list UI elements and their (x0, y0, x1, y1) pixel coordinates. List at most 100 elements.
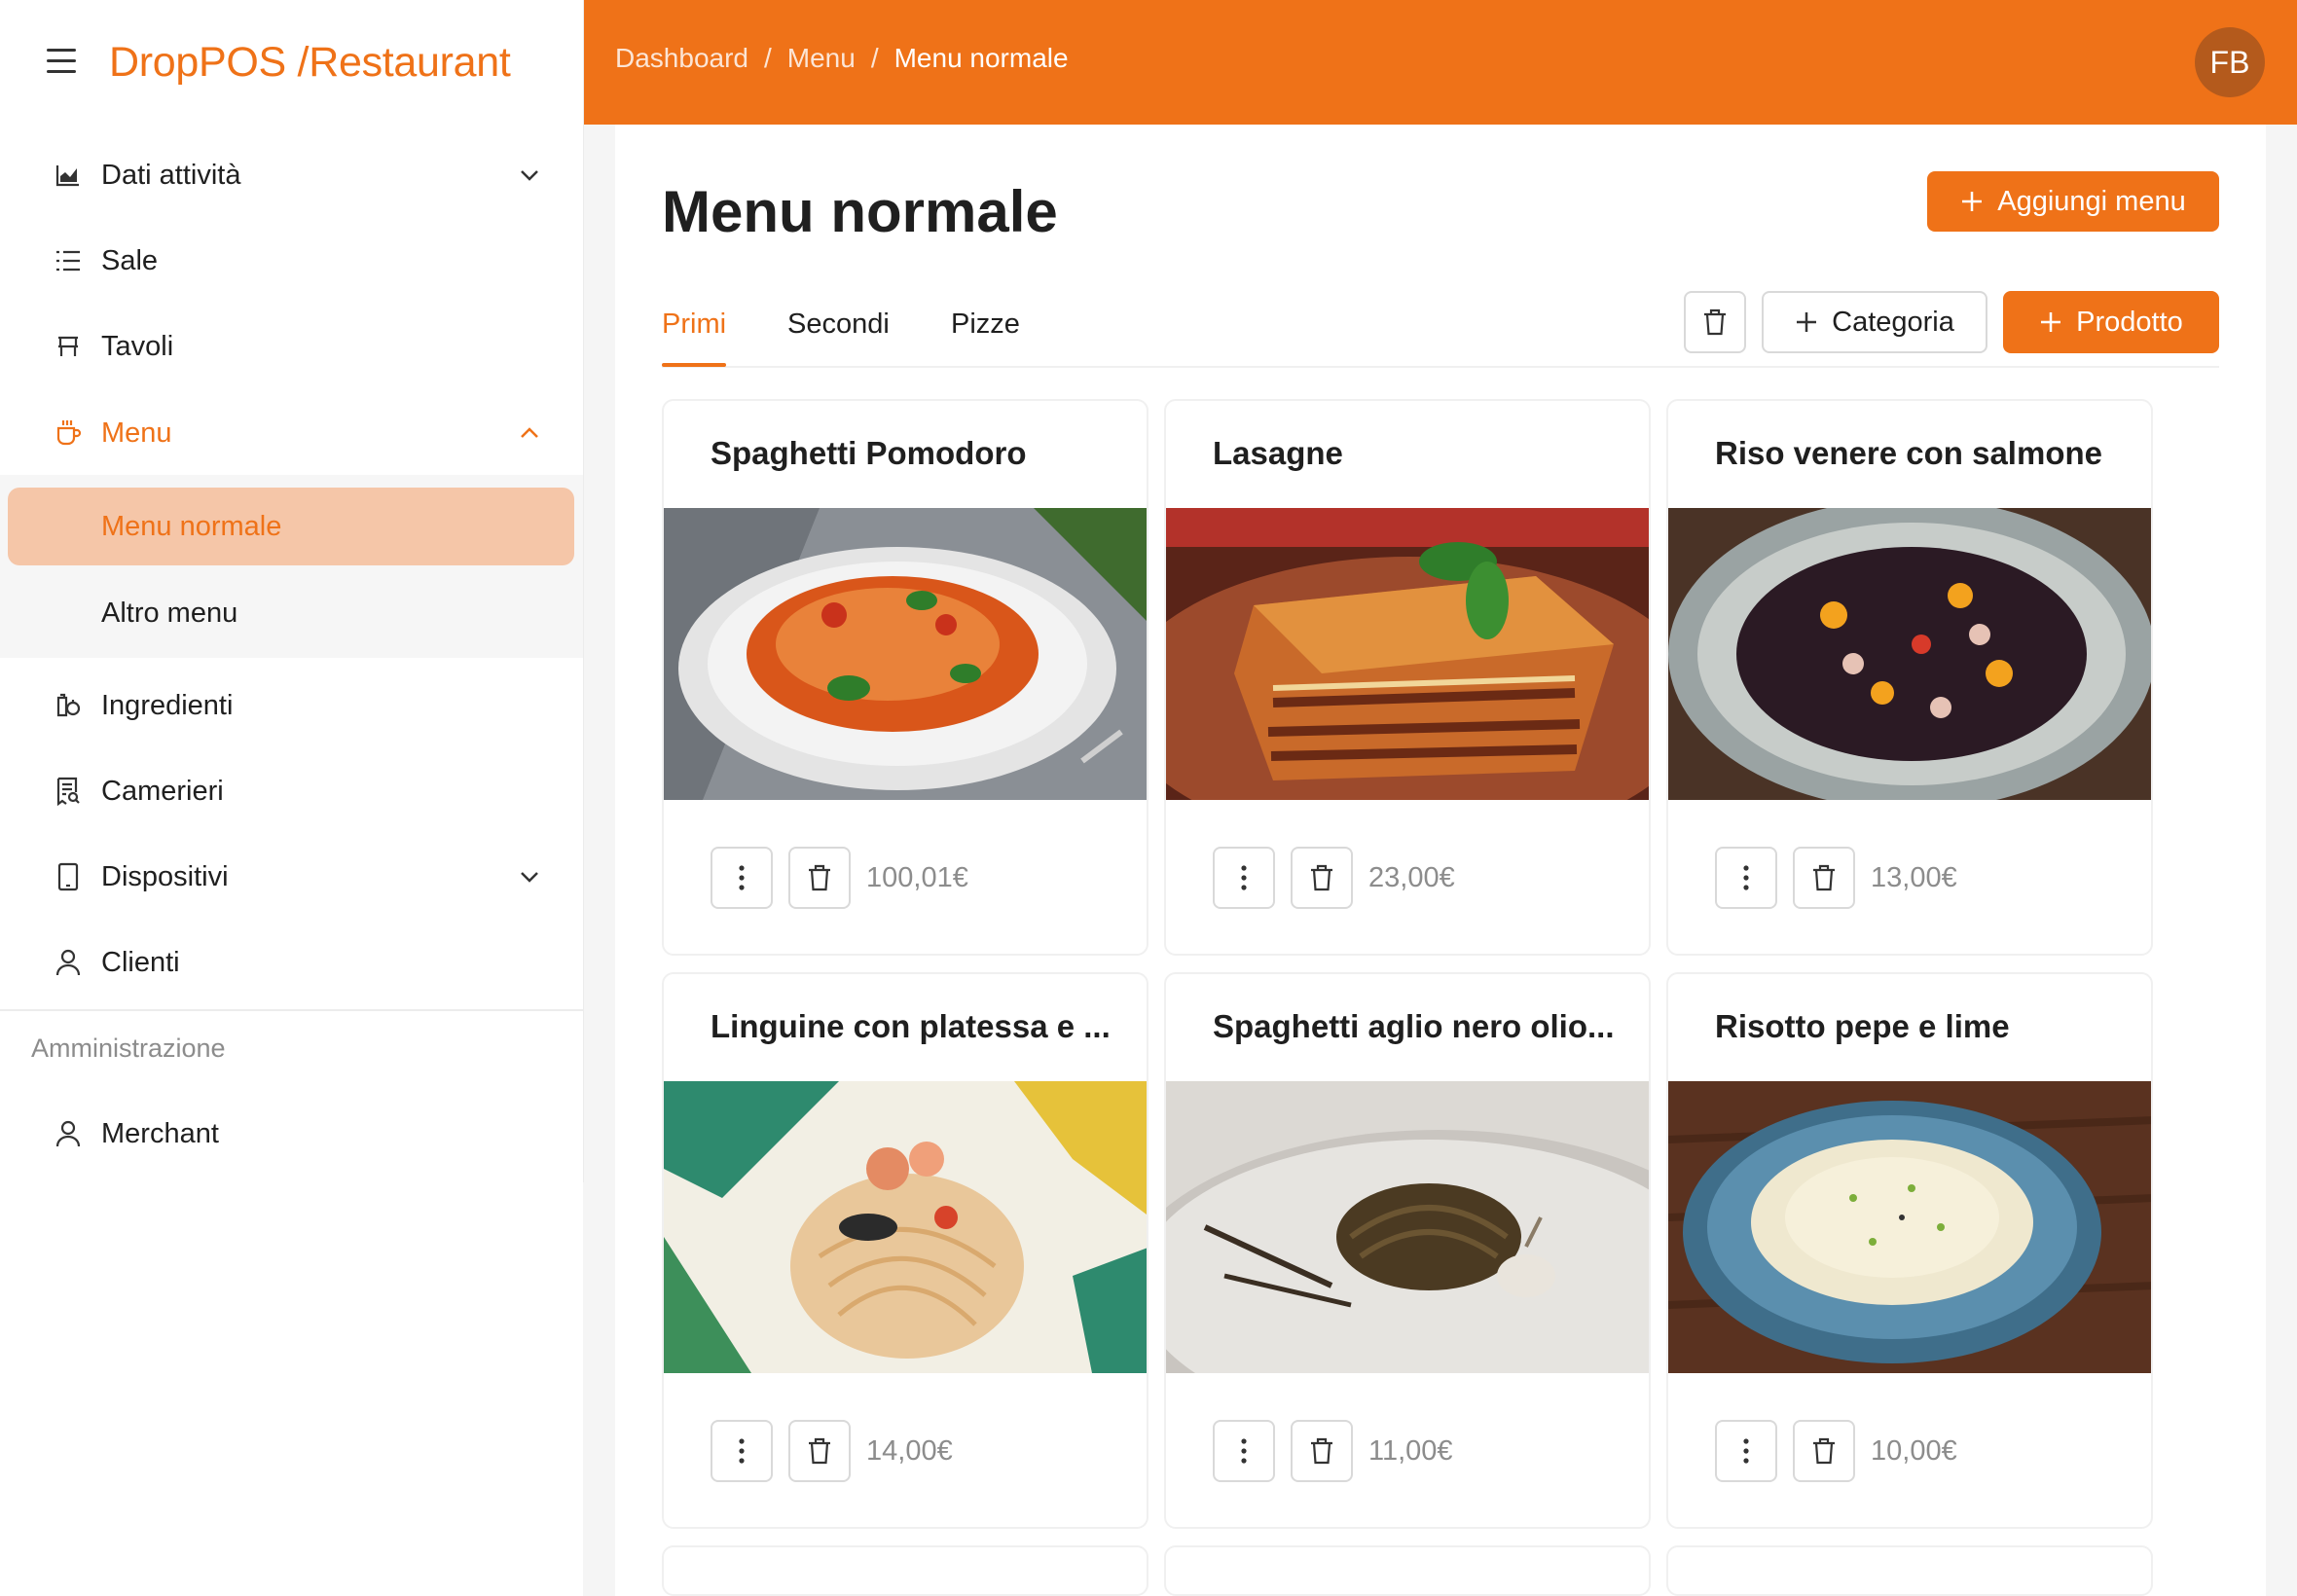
plus-icon (1962, 192, 1983, 211)
breadcrumb-separator: / (870, 43, 879, 73)
sidebar-item-altro-menu[interactable]: Altro menu (8, 574, 574, 652)
plus-icon (1797, 312, 1817, 332)
sidebar-item-ingredienti[interactable]: Ingredienti (0, 667, 583, 744)
product-name: Spaghetti aglio nero olio... (1213, 1008, 1615, 1044)
delete-category-button[interactable] (1684, 291, 1746, 353)
breadcrumb-menu[interactable]: Menu (787, 43, 856, 74)
user-icon (53, 1118, 84, 1149)
sidebar-item-label: Dati attività (101, 159, 241, 191)
add-menu-button[interactable]: Aggiungi menu (1927, 171, 2219, 232)
breadcrumb-dashboard[interactable]: Dashboard (615, 43, 748, 74)
product-card[interactable]: Risotto pepe e lime 10,00€ (1666, 972, 2153, 1529)
trash-icon (1813, 1437, 1835, 1465)
brand-bar: DropPOS /Restaurant (0, 0, 583, 125)
sidebar-item-merchant[interactable]: Merchant (0, 1095, 583, 1173)
product-delete-button[interactable] (1793, 1420, 1855, 1482)
risotto-illustration (1668, 1081, 2151, 1373)
sidebar-item-dispositivi[interactable]: Dispositivi (0, 838, 583, 916)
product-card[interactable]: Spaghetti aglio nero olio... 11,00€ (1164, 972, 1651, 1529)
product-delete-button[interactable] (1291, 1420, 1353, 1482)
product-card[interactable] (1164, 1545, 1651, 1596)
product-price: 23,00€ (1368, 862, 1455, 893)
product-image (664, 1081, 1147, 1373)
product-price: 11,00€ (1368, 1435, 1453, 1467)
tab-primi[interactable]: Primi (662, 290, 726, 368)
product-image (1166, 1081, 1649, 1373)
product-options-button[interactable] (1213, 1420, 1275, 1482)
product-image (1166, 508, 1649, 800)
coffee-icon (53, 417, 84, 449)
trash-icon (1311, 864, 1332, 891)
product-name: Linguine con platessa e ... (711, 1008, 1111, 1044)
product-options-button[interactable] (1213, 847, 1275, 909)
brand-title: DropPOS /Restaurant (109, 39, 511, 86)
trash-icon (809, 1437, 830, 1465)
product-options-button[interactable] (1715, 1420, 1777, 1482)
product-name: Spaghetti Pomodoro (711, 435, 1027, 471)
product-price: 10,00€ (1871, 1435, 1957, 1467)
sidebar-item-label: Merchant (101, 1117, 219, 1149)
more-vertical-icon (739, 1438, 745, 1464)
product-options-button[interactable] (711, 847, 773, 909)
product-image (1668, 1081, 2151, 1373)
sidebar-item-dati-attivita[interactable]: Dati attività (0, 136, 583, 214)
add-product-label: Prodotto (2076, 306, 2183, 338)
product-card[interactable] (1666, 1545, 2153, 1596)
sidebar-item-label: Ingredienti (101, 689, 234, 721)
sidebar-item-camerieri[interactable]: Camerieri (0, 752, 583, 830)
product-options-button[interactable] (1715, 847, 1777, 909)
sidebar-item-clienti[interactable]: Clienti (0, 924, 583, 1001)
ingredients-icon (53, 690, 84, 721)
sidebar-item-label: Sale (101, 244, 159, 276)
sidebar-item-menu-normale[interactable]: Menu normale (8, 488, 574, 565)
sidebar-item-label: Menu (101, 417, 172, 449)
breadcrumb-current: Menu normale (893, 43, 1069, 73)
section-label: Amministrazione (31, 1034, 226, 1063)
chevron-down-icon[interactable] (516, 863, 543, 890)
product-delete-button[interactable] (1291, 847, 1353, 909)
menu-icon[interactable] (47, 49, 76, 74)
product-delete-button[interactable] (788, 847, 851, 909)
product-delete-button[interactable] (788, 1420, 851, 1482)
trash-icon (1704, 308, 1726, 336)
product-name: Lasagne (1213, 435, 1343, 471)
product-card[interactable] (662, 1545, 1148, 1596)
sidebar-item-label: Altro menu (101, 597, 238, 629)
sidebar-item-tavoli[interactable]: Tavoli (0, 308, 583, 385)
user-icon (53, 947, 84, 978)
tab-secondi[interactable]: Secondi (787, 290, 890, 368)
more-vertical-icon (739, 865, 745, 890)
chevron-up-icon[interactable] (516, 419, 543, 447)
product-delete-button[interactable] (1793, 847, 1855, 909)
trash-icon (809, 864, 830, 891)
sidebar: DropPOS /Restaurant Dati attività Sale T… (0, 0, 583, 1596)
sidebar-item-label: Menu normale (101, 510, 282, 542)
add-product-button[interactable]: Prodotto (2003, 291, 2219, 353)
main-content: Menu normale Aggiungi menu Primi Secondi… (615, 125, 2266, 1596)
product-card[interactable]: Spaghetti Pomodoro 100,01€ (662, 399, 1148, 956)
plus-icon (2041, 312, 2061, 332)
product-options-button[interactable] (711, 1420, 773, 1482)
product-name: Riso venere con salmone (1715, 435, 2102, 471)
product-name: Risotto pepe e lime (1715, 1008, 2010, 1044)
avatar[interactable]: FB (2195, 27, 2265, 97)
product-card[interactable]: Lasagne 23,00€ (1164, 399, 1651, 956)
tab-pizze[interactable]: Pizze (951, 290, 1020, 368)
chart-icon (53, 160, 84, 191)
active-tab-indicator (662, 363, 726, 367)
sidebar-item-sale[interactable]: Sale (0, 222, 583, 300)
receipt-icon (53, 776, 84, 807)
chevron-down-icon[interactable] (516, 162, 543, 189)
add-category-button[interactable]: Categoria (1762, 291, 1987, 353)
black-rice-illustration (1668, 508, 2151, 800)
product-card[interactable]: Riso venere con salmone 13,00€ (1666, 399, 2153, 956)
spaghetti-illustration (664, 508, 1147, 800)
more-vertical-icon (1241, 1438, 1247, 1464)
breadcrumb-separator: / (763, 43, 772, 73)
product-card[interactable]: Linguine con platessa e ... 14,00€ (662, 972, 1148, 1529)
sidebar-item-menu[interactable]: Menu (0, 394, 583, 472)
add-category-label: Categoria (1832, 306, 1954, 338)
product-image (664, 508, 1147, 800)
list-icon (53, 245, 84, 276)
sidebar-item-label: Tavoli (101, 330, 174, 362)
